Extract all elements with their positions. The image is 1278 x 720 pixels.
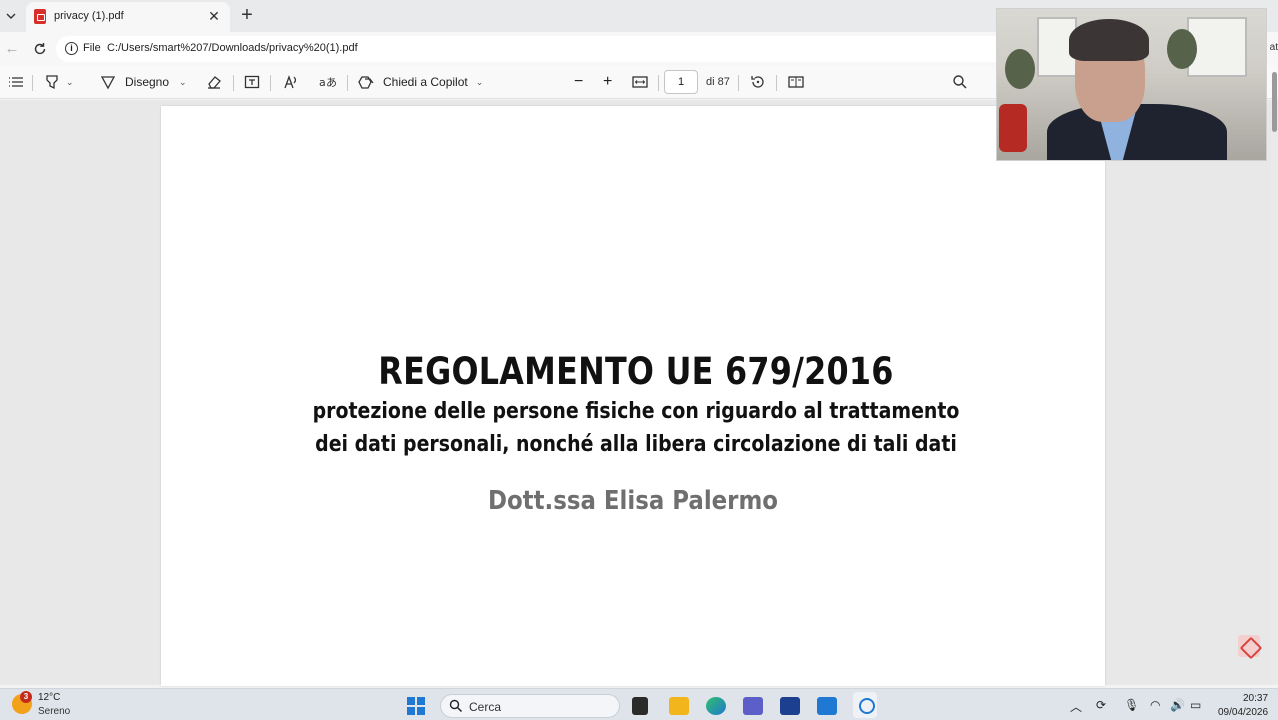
chevron-down-icon[interactable]: ⌄ bbox=[66, 77, 74, 88]
ask-copilot-button[interactable]: Chiedi a Copilot ⌄ bbox=[358, 72, 483, 92]
toolbar-divider bbox=[270, 75, 271, 91]
url-scheme-label: File bbox=[83, 42, 101, 54]
new-tab-button[interactable]: + bbox=[236, 4, 258, 26]
pen-icon bbox=[100, 76, 116, 90]
translate-icon[interactable]: aあ bbox=[319, 72, 337, 92]
pdf-file-icon bbox=[34, 9, 46, 24]
draw-label: Disegno bbox=[125, 75, 170, 89]
svg-text:a: a bbox=[319, 76, 326, 89]
url-text[interactable]: C:/Users/smart%207/Downloads/privacy%20(… bbox=[107, 42, 358, 54]
rotate-icon[interactable] bbox=[750, 72, 766, 92]
info-icon[interactable]: i bbox=[65, 42, 78, 55]
background-plant bbox=[1167, 29, 1197, 69]
store-icon[interactable] bbox=[780, 697, 800, 715]
wifi-icon[interactable]: ◠ bbox=[1150, 698, 1160, 712]
document-author: Dott.ssa Elisa Palermo bbox=[487, 486, 779, 516]
teams-icon[interactable] bbox=[743, 697, 763, 715]
read-aloud-icon[interactable] bbox=[283, 72, 299, 92]
toolbar-divider bbox=[233, 75, 234, 91]
chevron-down-icon[interactable]: ⌄ bbox=[179, 77, 187, 88]
draw-tool[interactable]: Disegno ⌄ bbox=[100, 72, 187, 92]
tray-chevron-up-icon[interactable]: ︿ bbox=[1070, 698, 1082, 715]
windows-start-icon[interactable] bbox=[407, 697, 425, 715]
presenter-body bbox=[1047, 104, 1227, 160]
chevron-down-icon[interactable]: ⌄ bbox=[476, 77, 484, 88]
document-title: REGOLAMENTO UE 679/2016 bbox=[378, 350, 894, 393]
weather-temperature[interactable]: 12°C bbox=[38, 692, 60, 703]
acrobat-icon[interactable] bbox=[1238, 635, 1260, 657]
address-bar-tail-text: at bbox=[1269, 42, 1278, 53]
toolbar-divider bbox=[658, 75, 659, 91]
contents-list-icon[interactable] bbox=[8, 72, 24, 92]
taskbar-search[interactable]: Cerca bbox=[440, 694, 620, 718]
fit-to-width-icon[interactable] bbox=[632, 72, 648, 92]
toolbar-divider bbox=[347, 75, 348, 91]
copilot-icon bbox=[358, 75, 374, 89]
active-app-icon[interactable] bbox=[853, 692, 877, 718]
vertical-scrollbar[interactable] bbox=[1271, 100, 1278, 685]
background-red-object bbox=[999, 104, 1027, 152]
tab-privacy-pdf[interactable]: privacy (1).pdf ✕ bbox=[26, 2, 230, 32]
document-subtitle-line-1: protezione delle persone fisiche con rig… bbox=[312, 399, 960, 424]
page-number-input[interactable]: 1 bbox=[664, 70, 698, 94]
search-icon bbox=[449, 699, 463, 713]
document-subtitle-line-2: dei dati personali, nonché alla libera c… bbox=[315, 432, 957, 457]
eraser-icon[interactable] bbox=[206, 72, 222, 92]
copilot-label: Chiedi a Copilot bbox=[383, 75, 468, 89]
mail-icon[interactable] bbox=[817, 697, 837, 715]
highlight-tool[interactable]: ⌄ bbox=[44, 72, 74, 92]
background-plant bbox=[1005, 49, 1035, 89]
tab-title: privacy (1).pdf bbox=[54, 10, 124, 22]
volume-icon[interactable]: 🔊 bbox=[1170, 698, 1185, 712]
page-total-label: di 87 bbox=[706, 76, 730, 88]
presenter-hair bbox=[1069, 19, 1149, 61]
document-viewport: REGOLAMENTO UE 679/2016 protezione delle… bbox=[0, 100, 1278, 686]
text-box-icon[interactable] bbox=[244, 72, 260, 92]
task-view-icon[interactable] bbox=[632, 697, 648, 715]
battery-icon[interactable]: ▭ bbox=[1190, 698, 1201, 712]
toolbar-divider bbox=[776, 75, 777, 91]
address-field[interactable]: i File C:/Users/smart%207/Downloads/priv… bbox=[56, 36, 1016, 62]
clock-time[interactable]: 20:37 bbox=[1243, 693, 1268, 704]
zoom-in-icon[interactable]: + bbox=[603, 72, 612, 92]
clock-date[interactable]: 09/04/2026 bbox=[1218, 707, 1268, 718]
reload-icon[interactable] bbox=[30, 39, 50, 59]
search-label: Cerca bbox=[469, 700, 502, 714]
weather-description[interactable]: Sereno bbox=[38, 706, 70, 717]
search-icon[interactable] bbox=[952, 72, 968, 92]
svg-text:あ: あ bbox=[326, 76, 337, 89]
close-tab-icon[interactable]: ✕ bbox=[206, 8, 222, 25]
toolbar-divider bbox=[738, 75, 739, 91]
scrollbar-thumb[interactable] bbox=[1272, 72, 1277, 132]
microphone-icon[interactable]: 🎙 bbox=[1124, 698, 1139, 712]
sync-icon[interactable]: ⟳ bbox=[1096, 698, 1106, 712]
back-arrow-icon[interactable]: ← bbox=[2, 39, 22, 59]
zoom-out-icon[interactable]: − bbox=[574, 72, 583, 92]
edge-browser-icon[interactable] bbox=[706, 697, 726, 715]
pdf-page: REGOLAMENTO UE 679/2016 protezione delle… bbox=[161, 106, 1105, 686]
windows-taskbar: 3 12°C Sereno Cerca ︿ ⟳ 🎙 ◠ 🔊 ▭ 20:37 09… bbox=[0, 688, 1278, 720]
webcam-video-overlay bbox=[996, 8, 1267, 161]
page-view-icon[interactable] bbox=[788, 72, 804, 92]
toolbar-divider bbox=[32, 75, 33, 91]
file-explorer-icon[interactable] bbox=[669, 697, 689, 715]
highlighter-icon bbox=[46, 75, 58, 90]
weather-badge: 3 bbox=[20, 691, 32, 703]
tab-actions-chevron-icon[interactable] bbox=[0, 4, 22, 28]
